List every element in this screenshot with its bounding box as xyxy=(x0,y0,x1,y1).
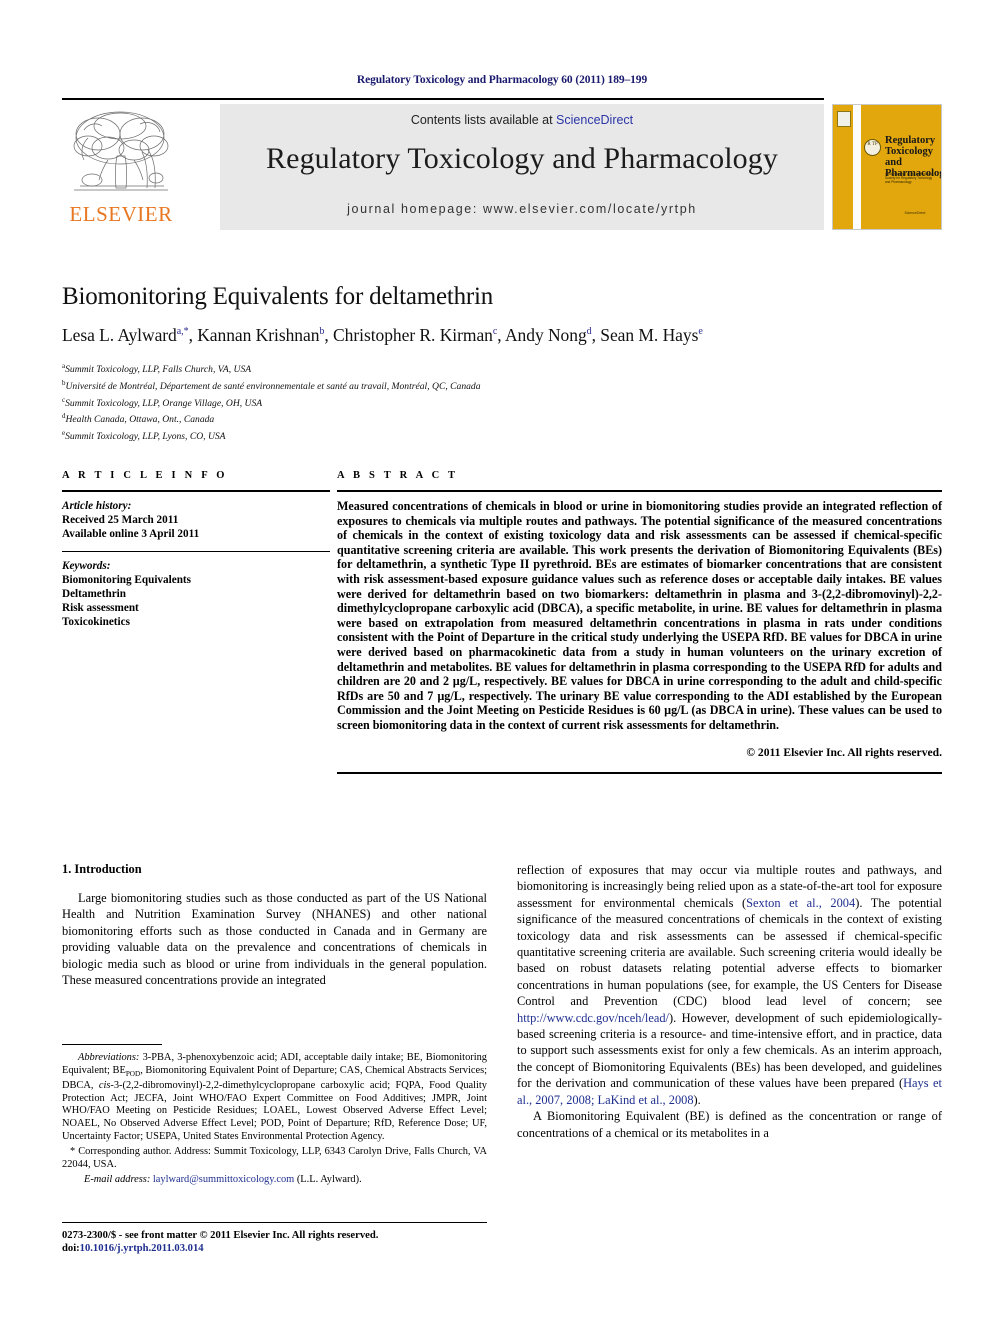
running-head: Regulatory Toxicology and Pharmacology 6… xyxy=(356,74,648,86)
elsevier-tree-icon xyxy=(68,108,174,200)
article-history: Article history: Received 25 March 2011 … xyxy=(62,499,330,542)
affiliation-item: cSummit Toxicology, LLP, Orange Village,… xyxy=(62,394,942,411)
abstract-bottom-rule xyxy=(337,771,942,774)
article-info-column: A R T I C L E I N F O Article history: R… xyxy=(62,470,330,630)
abstract-heading: A B S T R A C T xyxy=(337,470,459,481)
author-list: Lesa L. Aylwarda,*, Kannan Krishnanb, Ch… xyxy=(62,325,703,345)
cover-stripe xyxy=(853,105,861,229)
affiliation-text: Summit Toxicology, LLP, Lyons, CO, USA xyxy=(65,431,226,443)
doi-line: doi:10.1016/j.yrtph.2011.03.014 xyxy=(62,1242,492,1255)
keyword-item: Toxicokinetics xyxy=(62,616,130,629)
cover-footer-label: ScienceDirect xyxy=(904,211,926,215)
abstract-column: A B S T R A C T Measured concentrations … xyxy=(337,470,942,774)
abbreviations-label: Abbreviations: xyxy=(78,1052,140,1063)
cover-title-line2: Toxicology and xyxy=(885,146,934,168)
keyword-item: Risk assessment xyxy=(62,602,139,615)
journal-masthead: ELSEVIER Contents lists available at Sci… xyxy=(62,98,942,232)
page-title: Biomonitoring Equivalents for deltamethr… xyxy=(62,283,494,310)
affiliation-text: Health Canada, Ottawa, Ont., Canada xyxy=(65,414,215,426)
email-suffix: (L.L. Aylward). xyxy=(294,1174,362,1186)
citation-sexton-2004[interactable]: Sexton et al., 2004 xyxy=(746,896,855,910)
affiliation-item: aSummit Toxicology, LLP, Falls Church, V… xyxy=(62,360,942,377)
issn-line: 0273-2300/$ - see front matter © 2011 El… xyxy=(62,1230,379,1241)
keywords-label: Keywords: xyxy=(62,559,111,572)
keyword-item: Biomonitoring Equivalents xyxy=(62,573,191,586)
author-marks: e xyxy=(698,326,703,338)
affiliation-list: aSummit Toxicology, LLP, Falls Church, V… xyxy=(62,360,942,444)
cover-title-line1: Regulatory xyxy=(885,135,936,146)
section-heading-introduction: 1. Introduction xyxy=(62,862,142,876)
affiliation-text: Université de Montréal, Département de s… xyxy=(65,380,481,392)
body-column-left: 1. Introduction Large biomonitoring stud… xyxy=(62,862,487,988)
abstract-text: Measured concentrations of chemicals in … xyxy=(337,499,942,732)
masthead-top-rule xyxy=(62,98,824,100)
elsevier-wordmark: ELSEVIER xyxy=(69,202,173,226)
journal-title: Regulatory Toxicology and Pharmacology xyxy=(266,142,778,175)
affiliation-text: Summit Toxicology, LLP, Falls Church, VA… xyxy=(65,364,252,376)
abstract-copyright: © 2011 Elsevier Inc. All rights reserved… xyxy=(746,745,942,759)
abbreviations-text-c: -3-(2,2-dibromovinyl)-2,2-dimethylcyclop… xyxy=(62,1080,487,1142)
abbreviations-footnote: Abbreviations: 3-PBA, 3-phenoxybenzoic a… xyxy=(62,1052,487,1143)
body-column-right: reflection of exposures that may occur v… xyxy=(517,862,942,1141)
author-entry: Andy Nongd xyxy=(505,325,592,345)
journal-homepage-link[interactable]: journal homepage: www.elsevier.com/locat… xyxy=(220,202,824,216)
author-marks: b xyxy=(319,326,325,338)
doi-label: doi: xyxy=(62,1243,80,1254)
abstract-rule xyxy=(337,490,942,492)
title-block: Biomonitoring Equivalents for deltamethr… xyxy=(62,283,942,444)
footer-issn-doi: 0273-2300/$ - see front matter © 2011 El… xyxy=(62,1229,492,1255)
doi-link[interactable]: 10.1016/j.yrtph.2011.03.014 xyxy=(80,1243,204,1254)
intro-paragraph-left: Large biomonitoring studies such as thos… xyxy=(62,891,487,988)
intro-paragraph-right-2: A Biomonitoring Equivalent (BE) is defin… xyxy=(517,1109,942,1140)
keywords-rule xyxy=(62,550,330,552)
article-received: Received 25 March 2011 xyxy=(62,514,179,527)
journal-cover-thumbnail[interactable]: R TP Regulatory Toxicology and Pharmacol… xyxy=(832,104,942,230)
author-entry: Sean M. Hayse xyxy=(600,325,703,345)
masthead-center-band: Contents lists available at ScienceDirec… xyxy=(220,104,824,230)
abbreviations-italic-cis: cis xyxy=(98,1080,111,1092)
article-available-online: Available online 3 April 2011 xyxy=(62,528,200,541)
intro-paragraph-right: reflection of exposures that may occur v… xyxy=(517,862,942,1108)
keyword-item: Deltamethrin xyxy=(62,588,127,601)
abbreviations-subscript: POD xyxy=(125,1069,141,1078)
author-entry: Christopher R. Kirmanc xyxy=(333,325,497,345)
author-name: Christopher R. Kirman xyxy=(333,325,493,345)
email-link[interactable]: laylward@summittoxicology.com xyxy=(153,1174,294,1185)
footer-separator-rule xyxy=(62,1222,487,1223)
intro-right-text-b: ). The potential significance of the mea… xyxy=(517,895,942,1009)
author-marks: c xyxy=(492,326,498,338)
email-footnote: E-mail address: laylward@summittoxicolog… xyxy=(62,1174,487,1187)
cover-society-badge: R TP xyxy=(864,139,881,156)
contents-available-line: Contents lists available at ScienceDirec… xyxy=(220,113,824,127)
author-entry: Lesa L. Aylwarda,* xyxy=(62,325,189,345)
author-name: Kannan Krishnan xyxy=(197,325,320,345)
cdc-lead-url-link[interactable]: http://www.cdc.gov/nceh/lead/ xyxy=(517,1011,669,1025)
email-label: E-mail address: xyxy=(84,1174,151,1186)
author-marks: a,* xyxy=(176,326,189,338)
footnote-separator-rule xyxy=(62,1044,162,1045)
article-info-rule xyxy=(62,490,330,492)
author-name: Andy Nong xyxy=(504,325,587,345)
contents-prefix: Contents lists available at xyxy=(410,113,557,127)
article-history-label: Article history: xyxy=(62,500,132,512)
intro-right-text-d: ). xyxy=(693,1092,701,1107)
author-marks: d xyxy=(586,326,592,338)
footnotes-block: Abbreviations: 3-PBA, 3-phenoxybenzoic a… xyxy=(62,1052,487,1187)
affiliation-text: Summit Toxicology, LLP, Orange Village, … xyxy=(65,397,263,409)
sciencedirect-link[interactable]: ScienceDirect xyxy=(556,113,633,127)
affiliation-item: bUniversité de Montréal, Département de … xyxy=(62,377,942,394)
author-name: Lesa L. Aylward xyxy=(62,325,177,345)
journal-article-page: Regulatory Toxicology and Pharmacology 6… xyxy=(0,0,992,1323)
cover-subtitle: Official Journal of the International So… xyxy=(885,172,934,185)
corresponding-author-footnote: * Corresponding author. Address: Summit … xyxy=(62,1146,487,1170)
keywords-block: Keywords: Biomonitoring Equivalents Delt… xyxy=(62,559,330,630)
author-name: Sean M. Hays xyxy=(600,325,699,345)
affiliation-item: dHealth Canada, Ottawa, Ont., Canada xyxy=(62,410,942,427)
cover-elsevier-icon xyxy=(837,111,851,127)
elsevier-logo: ELSEVIER xyxy=(62,106,180,230)
author-entry: Kannan Krishnanb xyxy=(197,325,324,345)
affiliation-item: eSummit Toxicology, LLP, Lyons, CO, USA xyxy=(62,427,942,444)
article-info-heading: A R T I C L E I N F O xyxy=(62,470,228,481)
